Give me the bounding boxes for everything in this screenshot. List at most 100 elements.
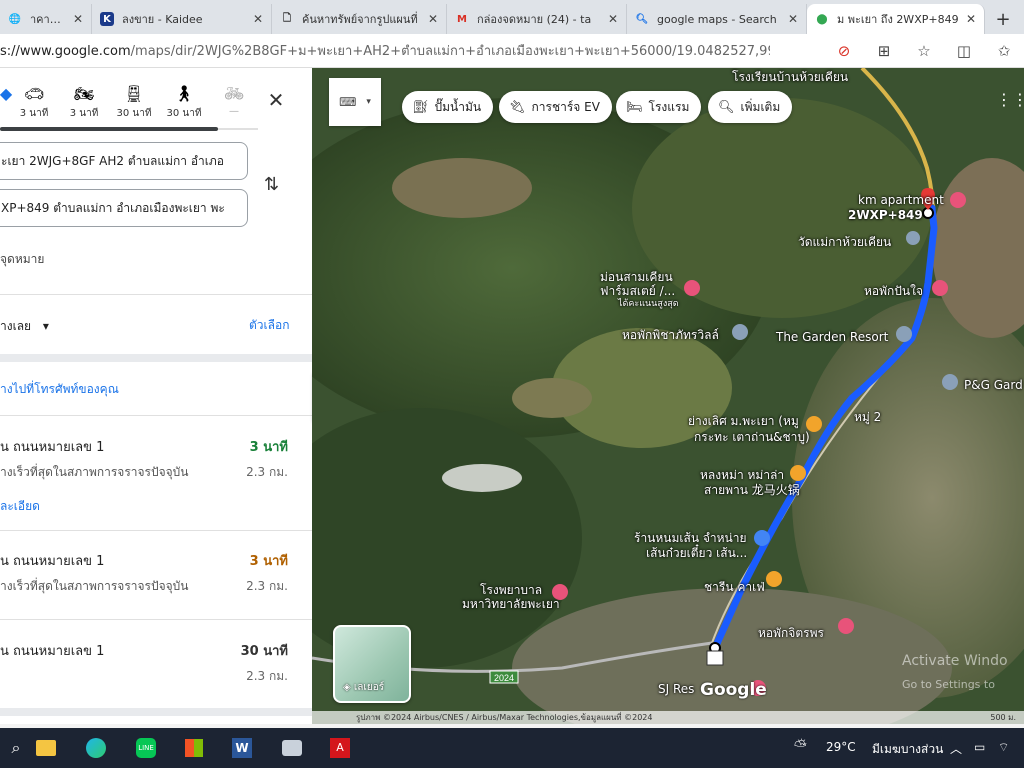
shop-pin-icon[interactable]	[754, 530, 770, 546]
place-pin-icon[interactable]	[942, 374, 958, 390]
route-time: 30 นาที	[240, 644, 288, 659]
map-label-plus-code[interactable]: 2WXP+849	[848, 208, 923, 222]
line-app-icon[interactable]: LINE	[130, 734, 162, 762]
chip-gas-station[interactable]: ⛽︎ ปั๊มน้ำมัน	[402, 91, 494, 123]
tab-google-search[interactable]: 🔍︎ google maps - Search ✕	[627, 4, 807, 34]
favorites-icon[interactable]: ✩	[984, 42, 1024, 60]
close-icon[interactable]: ✕	[428, 12, 438, 26]
map-attribution: รูปภาพ ©2024 Airbus/CNES / Airbus/Maxar …	[312, 711, 1024, 724]
remote-app-icon[interactable]	[276, 734, 308, 762]
car-icon: 🚗︎	[23, 84, 45, 103]
origin-field[interactable]: ะเยา 2WJG+8GF AH2 ตำบลแม่กา อำเภอ	[0, 142, 248, 180]
tab-gmail[interactable]: M กล่องจดหมาย (24) - ta ✕	[447, 4, 627, 34]
network-icon[interactable]: ⌔	[998, 740, 1009, 755]
search-taskbar-icon[interactable]: ⌕	[0, 734, 32, 762]
map-label-farmstay-rating: ได้คะแนนสูงสุด	[618, 299, 679, 309]
divider	[0, 415, 312, 416]
favorite-star-icon[interactable]: ☆	[904, 42, 944, 60]
microsoft-store-icon[interactable]	[178, 734, 210, 762]
keyboard-input-button[interactable]: ⌨ ▾	[329, 78, 381, 126]
close-directions-button[interactable]: ✕	[264, 88, 288, 112]
close-icon[interactable]: ✕	[73, 12, 83, 26]
info-marker-icon[interactable]	[706, 650, 724, 666]
swap-direction-icon[interactable]: ⇅	[264, 174, 279, 195]
word-icon[interactable]: W	[226, 734, 258, 762]
map-label-pg[interactable]: P&G Gard	[964, 378, 1023, 392]
close-icon[interactable]: ✕	[788, 12, 798, 26]
tab-land-prices[interactable]: 🌐 าคาที่ดิน ขาย ✕	[0, 4, 92, 34]
new-tab-button[interactable]: +	[985, 4, 1021, 34]
leave-now-dropdown[interactable]: างเลย ▾	[0, 317, 49, 336]
chip-more[interactable]: 🔍︎ เพิ่มเติม	[708, 91, 793, 123]
hotel-icon: 🛏︎	[626, 99, 643, 115]
browser-tab-bar: 🌐 าคาที่ดิน ขาย ✕ K ลงขาย - Kaidee ✕ 🗋 ค…	[0, 0, 1024, 34]
tab-property-map[interactable]: 🗋 ค้นหาทรัพย์จากรูปแผนที่ ✕	[272, 4, 447, 34]
display-icon[interactable]: ▭	[974, 740, 985, 754]
restaurant-pin-icon[interactable]	[790, 465, 806, 481]
map-label-cafe[interactable]: ชารีน คาเฟ่	[704, 578, 765, 597]
destination-field[interactable]: XP+849 ตำบลแม่กา อำเภอเมืองพะเยา พะ	[0, 189, 248, 227]
adobe-acrobat-icon[interactable]: A	[324, 734, 356, 762]
url-field[interactable]: s://www.google.com/maps/dir/2WJG%2B8GF+ม…	[0, 40, 770, 61]
keyboard-icon: ⌨	[339, 95, 357, 109]
map-label-dorm-pichaphat[interactable]: หอพักพิชาภัทรวิลล์	[622, 326, 719, 345]
route-details-link[interactable]: ละเอียด	[0, 497, 40, 516]
bicycle-icon: 🚲︎	[223, 84, 245, 103]
mode-motorcycle[interactable]: 🏍︎ 3 นาที	[64, 84, 104, 121]
cafe-pin-icon[interactable]	[766, 571, 782, 587]
divider	[0, 530, 312, 531]
app-available-icon[interactable]: ⊞	[864, 42, 904, 60]
map-label-sj[interactable]: SJ Res	[658, 682, 694, 696]
section-divider	[0, 354, 312, 362]
map-label-dorm-jitraporn[interactable]: หอพักจิตรพร	[758, 624, 824, 643]
split-screen-icon[interactable]: ◫	[944, 42, 984, 60]
map-label-garden-resort[interactable]: The Garden Resort	[776, 330, 888, 344]
weather-temp[interactable]: 29°C	[826, 740, 856, 754]
field-area	[392, 158, 532, 218]
place-pin-icon[interactable]	[732, 324, 748, 340]
map-label-noodle-sub[interactable]: เส้นก๋วยเตี๋ยว เส้น...	[646, 544, 747, 563]
satellite-map[interactable]: 2024 โรงเรียนบ้านห้วยเคียน km apartment …	[312, 68, 1024, 724]
file-explorer-icon[interactable]	[30, 734, 62, 762]
route-time: 3 นาที	[249, 554, 288, 569]
tab-kaidee[interactable]: K ลงขาย - Kaidee ✕	[92, 4, 272, 34]
map-label-temple[interactable]: วัดแม่กาห้วยเคียน	[798, 233, 891, 252]
options-link[interactable]: ตัวเลือก	[249, 316, 289, 335]
hotel-pin-icon[interactable]	[932, 280, 948, 296]
address-bar: s://www.google.com/maps/dir/2WJG%2B8GF+ม…	[0, 34, 1024, 68]
mode-bicycle[interactable]: 🚲︎ —	[214, 84, 254, 117]
temple-pin-icon[interactable]	[906, 231, 920, 245]
map-label-hospital-sub[interactable]: มหาวิทยาลัยพะเยา	[462, 595, 560, 614]
map-label-apartment[interactable]: km apartment	[858, 193, 944, 207]
add-destination-link[interactable]: จุดหมาย	[0, 250, 44, 269]
map-scale[interactable]: 500 ม.	[990, 711, 1016, 724]
layers-button[interactable]: ◈ เลเยอร์	[333, 625, 411, 703]
windows-taskbar: ⌕ LINE W A ⛅︎ 29°C มีเมฆบางส่วน ︿ ▭ ⌔	[0, 728, 1024, 768]
address-bar-icons: ⊘ ⊞ ☆ ◫ ✩	[824, 34, 1024, 68]
google-apps-icon[interactable]: ⋮⋮⋮	[996, 90, 1024, 109]
place-pin-icon[interactable]	[896, 326, 912, 342]
send-to-phone-link[interactable]: างไปที่โทรศัพท์ของคุณ	[0, 380, 119, 399]
chevron-up-icon[interactable]: ︿	[950, 740, 962, 757]
mode-car[interactable]: 🚗︎ 3 นาที	[14, 84, 54, 121]
mode-transit[interactable]: 🚆︎ 30 นาที	[114, 84, 154, 121]
map-label-school[interactable]: โรงเรียนบ้านห้วยเคียน	[732, 68, 848, 87]
map-label-restaurant-sub[interactable]: กระทะ เตาถ่าน&ชาบู)	[694, 428, 810, 447]
map-label-dorm[interactable]: หอพักปันใจ	[864, 282, 923, 301]
location-permission-icon[interactable]: ⊘	[824, 42, 864, 60]
hotel-pin-icon[interactable]	[950, 192, 966, 208]
close-icon[interactable]: ✕	[608, 12, 618, 26]
weather-desc[interactable]: มีเมฆบางส่วน	[872, 740, 943, 759]
hotel-pin-icon[interactable]	[684, 280, 700, 296]
weather-icon[interactable]: ⛅︎	[794, 736, 807, 756]
chip-hotel[interactable]: 🛏︎ โรงแรม	[616, 91, 702, 123]
activate-windows-watermark: Activate Windo	[902, 653, 1008, 669]
hotel-pin-icon[interactable]	[838, 618, 854, 634]
map-label-hotpot-sub[interactable]: สายพาน 龙马火锅	[704, 481, 800, 500]
close-icon[interactable]: ✕	[966, 12, 976, 26]
edge-browser-icon[interactable]	[80, 734, 112, 762]
close-icon[interactable]: ✕	[253, 12, 263, 26]
mode-walk[interactable]: 🚶︎ 30 นาที	[164, 84, 204, 121]
chip-ev-charging[interactable]: 🔌︎ การชาร์จ EV	[499, 91, 612, 123]
tab-google-maps[interactable]: ⬤ ม พะเยา ถึง 2WXP+849 ✕	[807, 4, 985, 34]
